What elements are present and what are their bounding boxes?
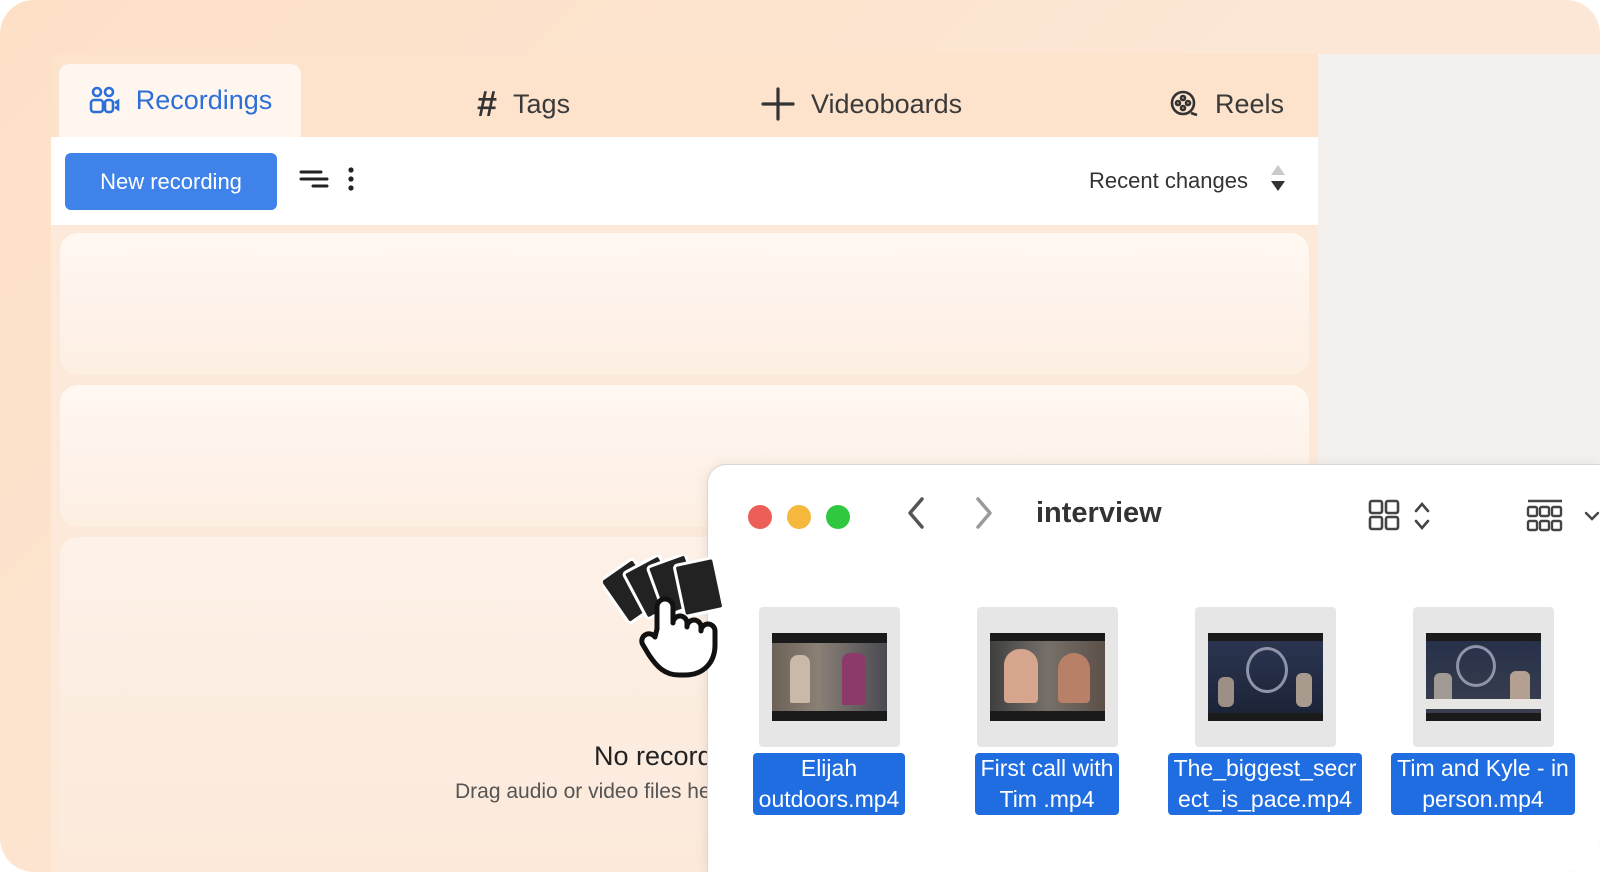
close-window-button[interactable] xyxy=(748,505,772,529)
folder-title: interview xyxy=(1036,497,1162,529)
more-options-icon[interactable] xyxy=(347,166,355,199)
icon-view-icon[interactable] xyxy=(1368,499,1438,538)
minimize-window-button[interactable] xyxy=(787,505,811,529)
zoom-window-button[interactable] xyxy=(826,505,850,529)
reel-icon xyxy=(1169,89,1199,119)
new-recording-button[interactable]: New recording xyxy=(65,153,277,210)
filter-icon[interactable] xyxy=(299,167,329,198)
empty-state-subtitle: Drag audio or video files here xyxy=(455,780,725,803)
empty-state-title: No recordings xyxy=(594,741,724,771)
video-thumbnail-icon xyxy=(1425,633,1541,721)
sort-arrows-icon xyxy=(1270,163,1286,199)
plus-icon xyxy=(761,87,795,121)
file-name: Elijah outdoors.mp4 xyxy=(752,753,906,815)
video-thumbnail-icon xyxy=(989,633,1105,721)
file-name: Tim and Kyle - in person.mp4 xyxy=(1391,753,1575,815)
file-thumbnail xyxy=(758,607,900,747)
tab-reels[interactable]: Reels xyxy=(1169,72,1284,136)
tab-tags[interactable]: # Tags xyxy=(477,72,570,136)
file-thumbnail xyxy=(976,607,1118,747)
tab-recordings[interactable]: Recordings xyxy=(59,64,301,137)
video-thumbnail-icon xyxy=(1207,633,1323,721)
file-thumbnail xyxy=(1194,607,1336,747)
file-item[interactable]: The_biggest_secr ect_is_pace.mp4 xyxy=(1153,607,1377,815)
back-icon[interactable] xyxy=(904,495,928,540)
file-name: First call with Tim .mp4 xyxy=(974,753,1120,815)
forward-icon[interactable] xyxy=(972,495,996,540)
tab-label: Recordings xyxy=(135,85,273,115)
file-item[interactable]: First call with Tim .mp4 xyxy=(935,607,1159,815)
hash-icon: # xyxy=(477,83,498,124)
placeholder-card xyxy=(60,233,1309,375)
tab-label: Tags xyxy=(513,88,571,119)
app-frame: Recordings # Tags Videoboards Reels New … xyxy=(0,0,1600,872)
toolbar: New recording Recent changes xyxy=(51,137,1318,226)
sort-label: Recent changes xyxy=(1089,168,1248,193)
tab-label: Videoboards xyxy=(811,88,963,119)
people-icon xyxy=(88,85,120,117)
tab-videoboards[interactable]: Videoboards xyxy=(761,72,962,136)
tab-label: Reels xyxy=(1215,88,1285,119)
video-thumbnail-icon xyxy=(771,633,887,721)
file-item[interactable]: Tim and Kyle - in person.mp4 xyxy=(1371,607,1595,815)
finder-window: interview Elijah outdoors.mp4 First call… xyxy=(708,465,1600,872)
drag-files-cursor-icon xyxy=(599,553,753,690)
sort-dropdown[interactable]: Recent changes xyxy=(1089,157,1286,205)
group-view-icon[interactable] xyxy=(1526,499,1600,540)
file-thumbnail xyxy=(1412,607,1554,747)
tab-bar: Recordings # Tags Videoboards Reels xyxy=(51,54,1318,137)
file-name: The_biggest_secr ect_is_pace.mp4 xyxy=(1167,753,1363,815)
